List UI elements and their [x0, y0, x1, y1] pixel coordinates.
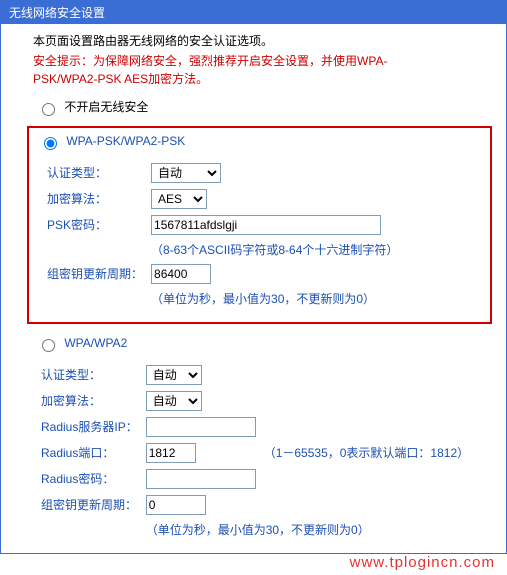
hint-radius-port: （1－65535，0表示默认端口：1812）	[260, 440, 473, 466]
radio-wpa[interactable]	[42, 339, 55, 352]
intro-text: 本页面设置路由器无线网络的安全认证选项。	[33, 32, 492, 50]
input-wpa-gkey[interactable]	[146, 495, 206, 515]
radio-none-text: 不开启无线安全	[64, 100, 148, 114]
wpapsk-section-box: WPA-PSK/WPA2-PSK 认证类型： 自动 加密算法：	[27, 126, 492, 324]
watermark-text: www.tplogincn.com	[0, 554, 507, 575]
select-wpapsk-enc[interactable]: AES	[151, 189, 207, 209]
titlebar: 无线网络安全设置	[1, 1, 506, 24]
radio-none[interactable]	[42, 103, 55, 116]
wpa-fields: 认证类型： 自动 加密算法： 自动	[37, 362, 492, 541]
radio-none-label[interactable]: 不开启无线安全	[37, 100, 148, 114]
warn-line-1: 安全提示：为保障网络安全，强烈推荐开启安全设置，并使用WPA-	[33, 54, 387, 68]
radio-wpa-text: WPA/WPA2	[64, 336, 127, 350]
input-psk-password[interactable]	[151, 215, 381, 235]
input-wpapsk-gkey[interactable]	[151, 264, 211, 284]
label-radius-port: Radius端口：	[37, 440, 142, 466]
label-wpapsk-auth: 认证类型：	[43, 160, 147, 186]
select-wpa-enc[interactable]: 自动	[146, 391, 202, 411]
warn-line-2: PSK/WPA2-PSK AES加密方法。	[33, 72, 208, 86]
label-wpa-gkey: 组密钥更新周期：	[37, 492, 142, 518]
label-radius-pw: Radius密码：	[37, 466, 142, 492]
radio-wpapsk-label[interactable]: WPA-PSK/WPA2-PSK	[39, 134, 185, 148]
hint-wpa-gkey: （单位为秒，最小值为30，不更新则为0）	[142, 518, 473, 541]
content-area: 本页面设置路由器无线网络的安全认证选项。 安全提示：为保障网络安全，强烈推荐开启…	[1, 24, 506, 553]
hint-psk: （8-63个ASCII码字符或8-64个十六进制字符）	[147, 238, 402, 261]
label-radius-ip: Radius服务器IP：	[37, 414, 142, 440]
hint-wpapsk-gkey: （单位为秒，最小值为30，不更新则为0）	[147, 287, 402, 310]
radio-row-none[interactable]: 不开启无线安全	[37, 98, 492, 116]
radio-row-wpa[interactable]: WPA/WPA2	[37, 336, 492, 352]
label-wpapsk-enc: 加密算法：	[43, 186, 147, 212]
radio-wpa-label[interactable]: WPA/WPA2	[37, 336, 127, 350]
input-radius-port[interactable]	[146, 443, 196, 463]
label-wpapsk-psk: PSK密码：	[43, 212, 147, 238]
wpapsk-fields: 认证类型： 自动 加密算法： AES	[43, 160, 480, 310]
select-wpapsk-auth[interactable]: 自动	[151, 163, 221, 183]
label-wpa-enc: 加密算法：	[37, 388, 142, 414]
select-wpa-auth[interactable]: 自动	[146, 365, 202, 385]
radio-row-wpapsk[interactable]: WPA-PSK/WPA2-PSK	[39, 134, 480, 150]
input-radius-ip[interactable]	[146, 417, 256, 437]
main-panel: 无线网络安全设置 本页面设置路由器无线网络的安全认证选项。 安全提示：为保障网络…	[0, 0, 507, 554]
input-radius-password[interactable]	[146, 469, 256, 489]
label-wpapsk-gkey: 组密钥更新周期：	[43, 261, 147, 287]
radio-wpapsk[interactable]	[44, 137, 57, 150]
security-warning: 安全提示：为保障网络安全，强烈推荐开启安全设置，并使用WPA- PSK/WPA2…	[33, 52, 492, 88]
label-wpa-auth: 认证类型：	[37, 362, 142, 388]
radio-wpapsk-text: WPA-PSK/WPA2-PSK	[66, 134, 185, 148]
